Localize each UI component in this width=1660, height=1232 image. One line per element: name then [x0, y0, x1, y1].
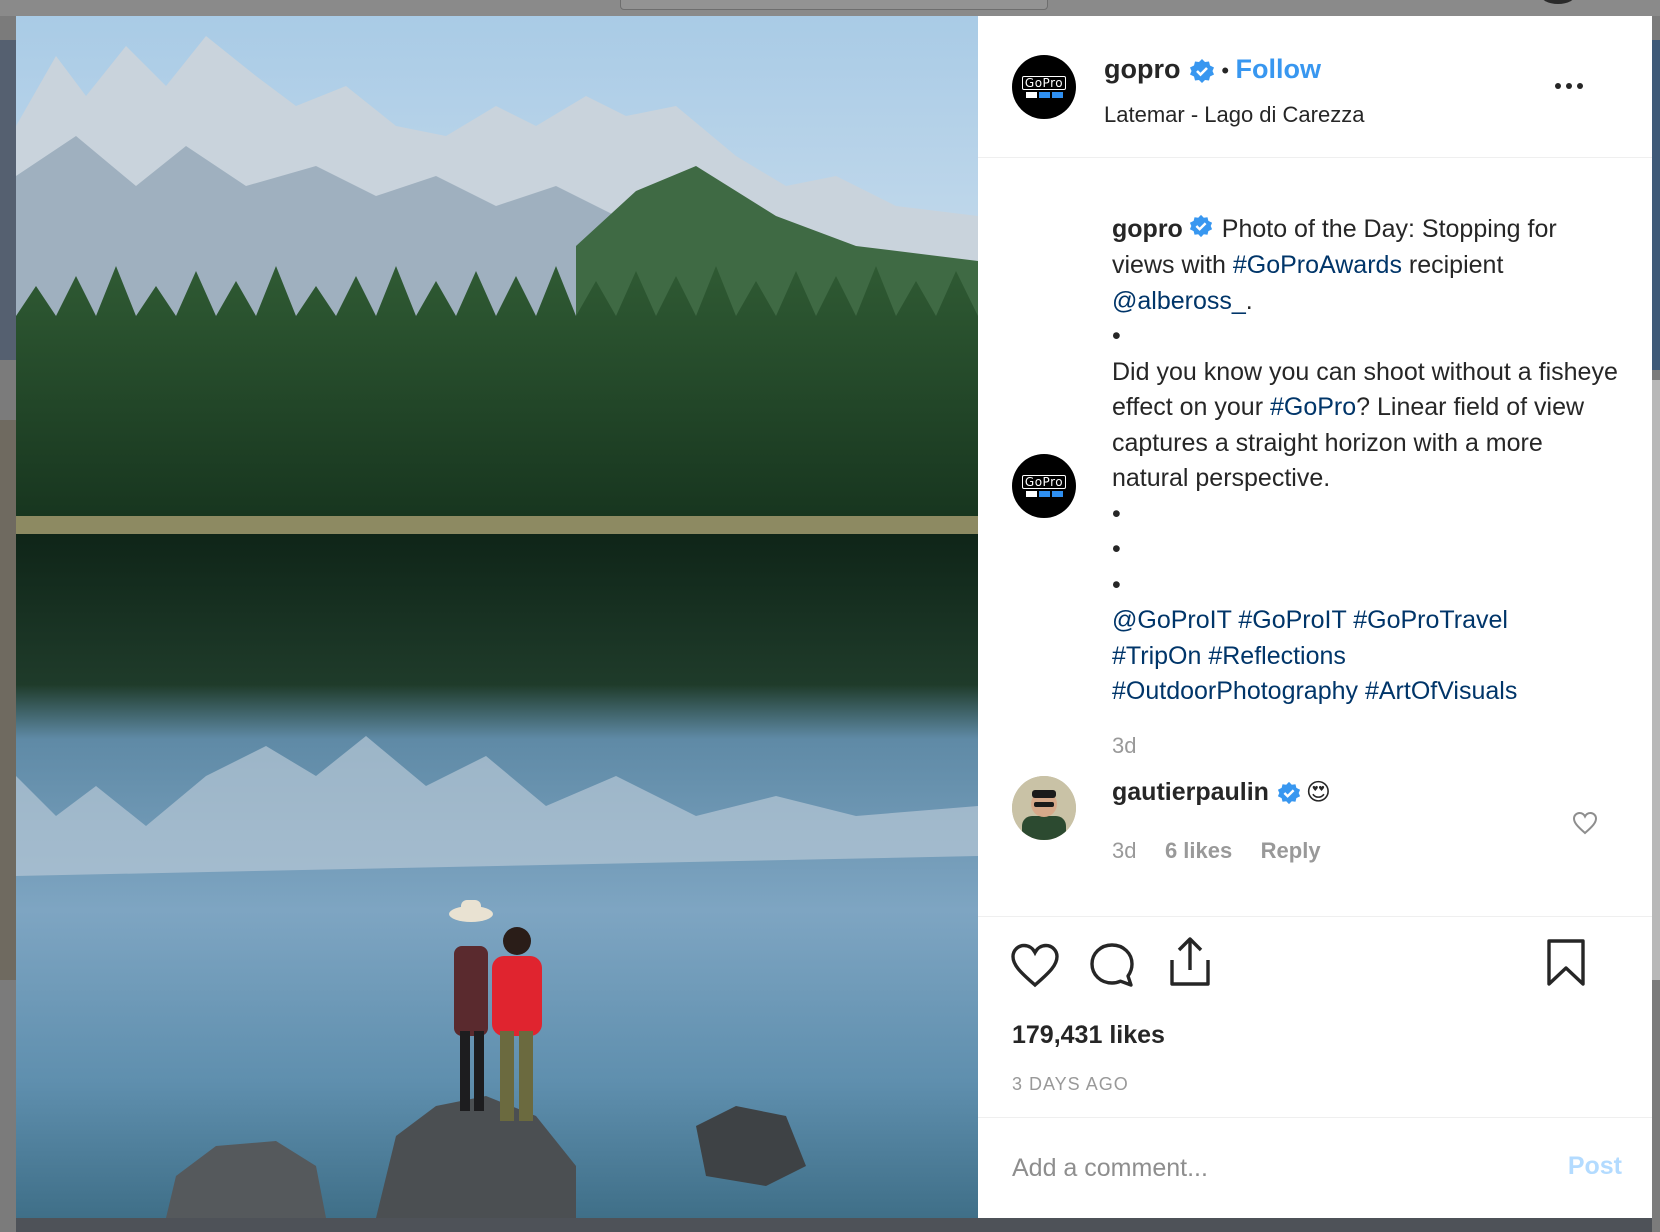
- post-location[interactable]: Latemar - Lago di Carezza: [1104, 102, 1364, 128]
- profile-icon[interactable]: [1540, 0, 1576, 4]
- gopro-logo-bars: [1025, 92, 1063, 98]
- caption-bullet: •: [1112, 535, 1121, 564]
- comment-reply-button[interactable]: Reply: [1261, 838, 1321, 863]
- more-options-icon[interactable]: [1554, 78, 1584, 96]
- post-comment-button[interactable]: Post: [1568, 1152, 1622, 1181]
- post-photo: [16, 16, 978, 1218]
- background-thumbnail-left: [0, 40, 16, 360]
- caption-link[interactable]: @albeross_: [1112, 287, 1246, 315]
- caption-hashtag[interactable]: #OutdoorPhotography: [1112, 677, 1358, 705]
- caption-hashtag[interactable]: #GoProIT: [1238, 606, 1346, 634]
- background-thumbnail-bottom: [16, 1218, 1652, 1232]
- follow-button[interactable]: Follow: [1236, 54, 1321, 84]
- caption-link[interactable]: #GoPro: [1270, 393, 1356, 421]
- verified-badge-icon: [1277, 781, 1301, 810]
- author-avatar[interactable]: GoPro: [1012, 55, 1076, 119]
- caption-hashtags: @GoProIT #GoProIT #GoProTravel #TripOn #…: [1112, 603, 1582, 710]
- caption-hashtag[interactable]: #GoProTravel: [1353, 606, 1508, 634]
- gopro-logo-bars: [1025, 491, 1063, 497]
- commenter-username[interactable]: gautierpaulin: [1112, 778, 1269, 806]
- post-modal: GoPro gopro • Follow Latemar - Lago di C…: [16, 16, 1652, 1218]
- actions-divider: [978, 916, 1652, 917]
- post-header: GoPro gopro • Follow Latemar - Lago di C…: [978, 16, 1652, 158]
- landscape-photo-image: [16, 16, 978, 1218]
- caption-paragraph-1: gopro Photo of the Day: Stopping for vie…: [1112, 212, 1624, 319]
- search-field[interactable]: [620, 0, 1048, 10]
- share-icon[interactable]: [1168, 936, 1212, 993]
- post-age: 3 DAYS AGO: [1012, 1074, 1129, 1094]
- comment-likes[interactable]: 6 likes: [1165, 838, 1232, 863]
- add-comment-input[interactable]: [1012, 1148, 1532, 1188]
- top-nav-bar: [0, 0, 1660, 16]
- caption-hashtag[interactable]: #Reflections: [1208, 642, 1346, 670]
- caption-bullet: •: [1112, 322, 1121, 351]
- commenter-avatar[interactable]: [1012, 776, 1076, 840]
- post-caption: gopro Photo of the Day: Stopping for vie…: [1112, 212, 1624, 763]
- caption-link[interactable]: #GoProAwards: [1233, 251, 1402, 279]
- comment-row: gautierpaulin 😍: [1112, 778, 1331, 810]
- caption-text-segment: .: [1245, 286, 1253, 315]
- gopro-logo: GoPro: [1021, 76, 1067, 90]
- verified-badge-icon: [1189, 213, 1213, 249]
- bookmark-icon[interactable]: [1546, 938, 1586, 993]
- heart-icon[interactable]: [1010, 942, 1060, 993]
- gopro-logo: GoPro: [1021, 475, 1067, 489]
- comment-heart-icon[interactable]: [1572, 811, 1598, 840]
- caption-hashtag[interactable]: #TripOn: [1112, 642, 1201, 670]
- background-thumbnail-right-2: [1652, 380, 1660, 980]
- likes-count[interactable]: 179,431 likes: [1012, 1021, 1165, 1050]
- post-side-panel: GoPro gopro • Follow Latemar - Lago di C…: [978, 16, 1652, 1218]
- caption-username[interactable]: gopro: [1112, 215, 1183, 243]
- comment-meta-row: 3d 6 likes Reply: [1112, 838, 1321, 864]
- caption-time: 3d: [1112, 732, 1137, 758]
- comment-time: 3d: [1112, 838, 1137, 863]
- caption-hashtag[interactable]: #ArtOfVisuals: [1365, 677, 1517, 705]
- header-title-row: gopro • Follow: [1104, 54, 1321, 89]
- caption-text-segment: recipient: [1401, 251, 1504, 280]
- caption-author-avatar[interactable]: GoPro: [1012, 454, 1076, 518]
- header-separator: •: [1221, 58, 1230, 83]
- author-username[interactable]: gopro: [1104, 54, 1180, 84]
- caption-hashtag[interactable]: @GoProIT: [1112, 606, 1231, 634]
- caption-bullet: •: [1112, 570, 1121, 599]
- background-thumbnail-left-2: [0, 420, 16, 980]
- comment-emoji: 😍: [1305, 779, 1331, 806]
- comment-box: Post: [978, 1117, 1652, 1219]
- verified-badge-icon: [1189, 58, 1215, 89]
- caption-bullet: •: [1112, 499, 1121, 528]
- comment-icon[interactable]: [1088, 941, 1136, 994]
- caption-text-2: Did you know you can shoot without a fis…: [1112, 355, 1624, 497]
- commenter-avatar-image: [1012, 776, 1076, 840]
- background-thumbnail-right: [1652, 40, 1660, 370]
